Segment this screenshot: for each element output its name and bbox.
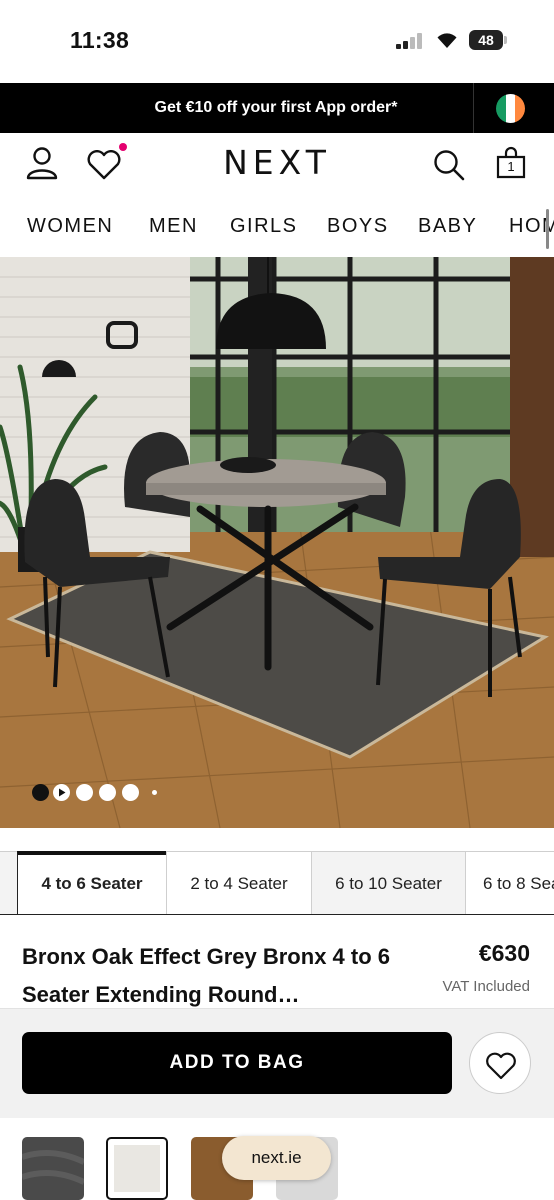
save-to-favourites-button[interactable] bbox=[469, 1032, 531, 1094]
gallery-video-dot[interactable] bbox=[53, 784, 70, 801]
nav-men[interactable]: MEN bbox=[149, 208, 198, 244]
browser-url-pill[interactable]: next.ie bbox=[222, 1136, 331, 1180]
search-icon[interactable] bbox=[432, 148, 466, 182]
nav-girls[interactable]: GIRLS bbox=[230, 208, 298, 244]
bag-item-count: 1 bbox=[507, 159, 515, 174]
product-photo bbox=[0, 257, 554, 828]
tab-6-to-8-seater[interactable]: 6 to 8 Seater bbox=[465, 851, 554, 914]
next-logo[interactable]: NEXT bbox=[0, 143, 554, 182]
gallery-dot[interactable] bbox=[99, 784, 116, 801]
play-icon bbox=[59, 788, 66, 797]
gallery-dot-small[interactable] bbox=[152, 790, 157, 795]
gallery-dot-active[interactable] bbox=[32, 784, 49, 801]
tab-4-to-6-seater[interactable]: 4 to 6 Seater bbox=[17, 851, 167, 914]
swatch-white-marble-selected[interactable] bbox=[106, 1137, 168, 1200]
swatch-inner bbox=[114, 1145, 160, 1192]
seater-size-tabs: 4 to 6 Seater 2 to 4 Seater 6 to 10 Seat… bbox=[0, 851, 554, 915]
status-time: 11:38 bbox=[70, 27, 130, 53]
promo-banner[interactable]: Get €10 off your first App order* bbox=[0, 83, 554, 133]
product-title: Bronx Oak Effect Grey Bronx 4 to 6 Seate… bbox=[22, 944, 390, 1007]
swatch-dark-grey[interactable] bbox=[22, 1137, 84, 1200]
flag-stripe-white bbox=[505, 94, 516, 123]
nav-baby[interactable]: BABY bbox=[418, 208, 477, 244]
category-nav: WOMEN MEN GIRLS BOYS BABY HOM bbox=[0, 208, 554, 248]
tab-6-to-10-seater[interactable]: 6 to 10 Seater bbox=[311, 851, 466, 914]
nav-women[interactable]: WOMEN bbox=[27, 208, 113, 244]
heart-icon bbox=[486, 1052, 516, 1080]
swatch-texture bbox=[22, 1150, 84, 1185]
nav-scroll-indicator bbox=[546, 209, 549, 249]
cellular-signal-icon bbox=[396, 33, 424, 49]
tab-spacer bbox=[0, 851, 18, 914]
promo-divider bbox=[473, 83, 474, 133]
wifi-icon bbox=[437, 33, 457, 48]
add-to-bag-button[interactable]: ADD TO BAG bbox=[22, 1032, 452, 1094]
battery-level: 48 bbox=[469, 30, 503, 50]
vat-note: VAT Included bbox=[442, 978, 530, 995]
gallery-dot[interactable] bbox=[76, 784, 93, 801]
product-image-gallery[interactable] bbox=[0, 257, 554, 828]
tab-2-to-4-seater[interactable]: 2 to 4 Seater bbox=[166, 851, 312, 914]
battery-indicator: 48 bbox=[469, 30, 507, 50]
product-price: €630 bbox=[478, 940, 530, 966]
status-bar: 11:38 48 bbox=[0, 0, 554, 82]
country-flag-icon[interactable] bbox=[495, 93, 526, 124]
nav-boys[interactable]: BOYS bbox=[327, 208, 389, 244]
promo-text[interactable]: Get €10 off your first App order* bbox=[0, 83, 552, 133]
gallery-dot[interactable] bbox=[122, 784, 139, 801]
